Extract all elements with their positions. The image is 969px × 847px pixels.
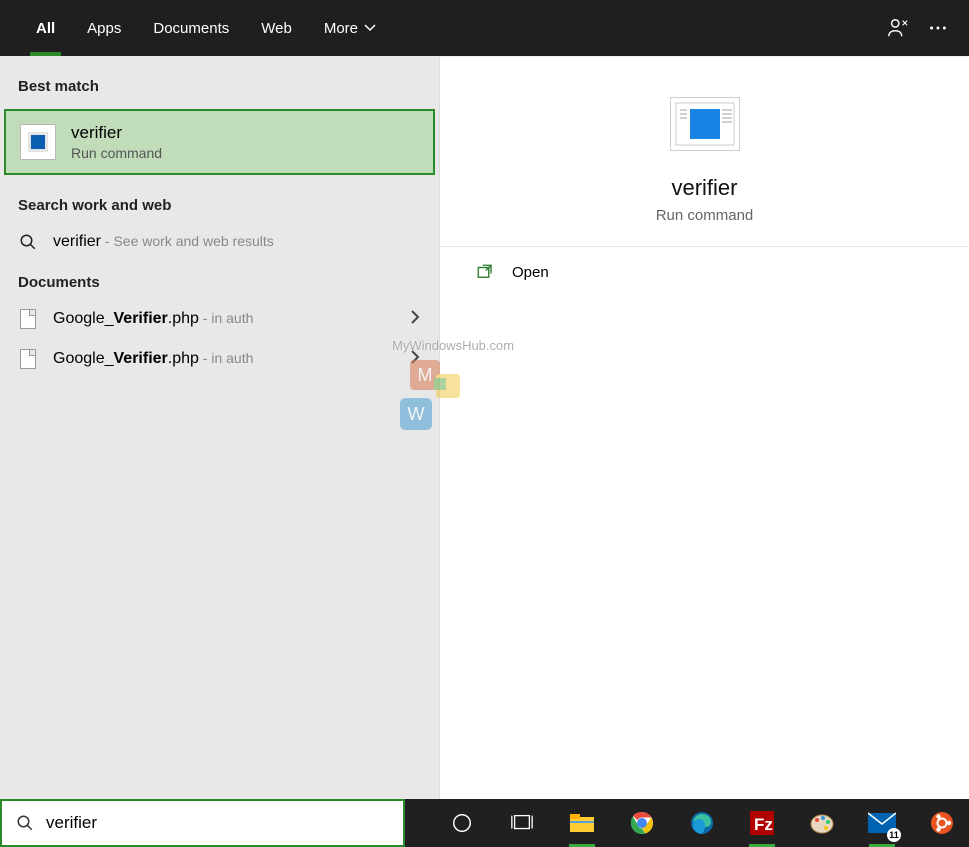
search-box[interactable]: [0, 799, 405, 847]
taskbar-taskview-icon[interactable]: [505, 806, 539, 840]
detail-run-command-icon: [670, 97, 740, 151]
taskbar-mail-icon[interactable]: 11: [865, 806, 899, 840]
document-result-row[interactable]: Google_Verifier.php - in auth: [0, 299, 439, 339]
section-documents: Documents: [0, 262, 439, 299]
mail-badge-count: 11: [887, 828, 901, 842]
detail-subtitle: Run command: [656, 207, 754, 224]
web-result-suffix: - See work and web results: [101, 233, 274, 249]
feedback-icon[interactable]: [887, 17, 909, 39]
tab-documents[interactable]: Documents: [137, 0, 245, 56]
document-result-row[interactable]: Google_Verifier.php - in auth: [0, 339, 439, 379]
document-icon: [18, 349, 38, 369]
detail-title: verifier: [671, 175, 737, 201]
detail-pane: verifier Run command Open: [440, 56, 969, 799]
taskbar-chrome-icon[interactable]: [625, 806, 659, 840]
tab-more[interactable]: More: [308, 0, 392, 56]
best-match-title: verifier: [71, 123, 162, 143]
search-input[interactable]: [46, 813, 389, 833]
open-action[interactable]: Open: [440, 247, 969, 297]
tab-apps[interactable]: Apps: [71, 0, 137, 56]
tabs-container: All Apps Documents Web More: [20, 0, 887, 56]
section-search-work-web: Search work and web: [0, 185, 439, 222]
search-results-pane: Best match verifier Run command Search w…: [0, 56, 969, 799]
tab-more-label: More: [324, 20, 358, 37]
web-result-text: verifier - See work and web results: [53, 233, 421, 251]
tab-web[interactable]: Web: [245, 0, 308, 56]
detail-header: verifier Run command: [440, 97, 969, 246]
svg-text:Fz: Fz: [754, 815, 773, 834]
document-filename: Google_Verifier.php - in auth: [53, 310, 394, 328]
chevron-down-icon: [364, 22, 376, 34]
bottom-bar: Fz 11: [0, 799, 969, 847]
taskbar-paint-icon[interactable]: [805, 806, 839, 840]
taskbar-ubuntu-icon[interactable]: [925, 806, 959, 840]
chevron-right-icon[interactable]: [409, 310, 421, 329]
taskbar-edge-icon[interactable]: [685, 806, 719, 840]
taskbar-filezilla-icon[interactable]: Fz: [745, 806, 779, 840]
search-icon: [16, 814, 34, 832]
run-command-icon: [20, 124, 56, 160]
taskbar-cortana-icon[interactable]: [445, 806, 479, 840]
search-tabs: All Apps Documents Web More: [0, 0, 969, 56]
document-icon: [18, 309, 38, 329]
best-match-text: verifier Run command: [71, 123, 162, 161]
section-best-match: Best match: [0, 66, 439, 103]
tab-all[interactable]: All: [20, 0, 71, 56]
web-result-term: verifier: [53, 233, 101, 250]
chevron-right-icon[interactable]: [409, 350, 421, 369]
open-icon: [476, 263, 494, 281]
document-filename: Google_Verifier.php - in auth: [53, 350, 394, 368]
best-match-item[interactable]: verifier Run command: [4, 109, 435, 175]
more-options-icon[interactable]: [927, 17, 949, 39]
web-result-row[interactable]: verifier - See work and web results: [0, 222, 439, 262]
results-list: Best match verifier Run command Search w…: [0, 56, 440, 799]
taskbar-explorer-icon[interactable]: [565, 806, 599, 840]
taskbar: Fz 11: [405, 799, 969, 847]
tabbar-right-icons: [887, 17, 959, 39]
search-icon: [18, 232, 38, 252]
best-match-subtitle: Run command: [71, 145, 162, 161]
open-label: Open: [512, 264, 549, 281]
